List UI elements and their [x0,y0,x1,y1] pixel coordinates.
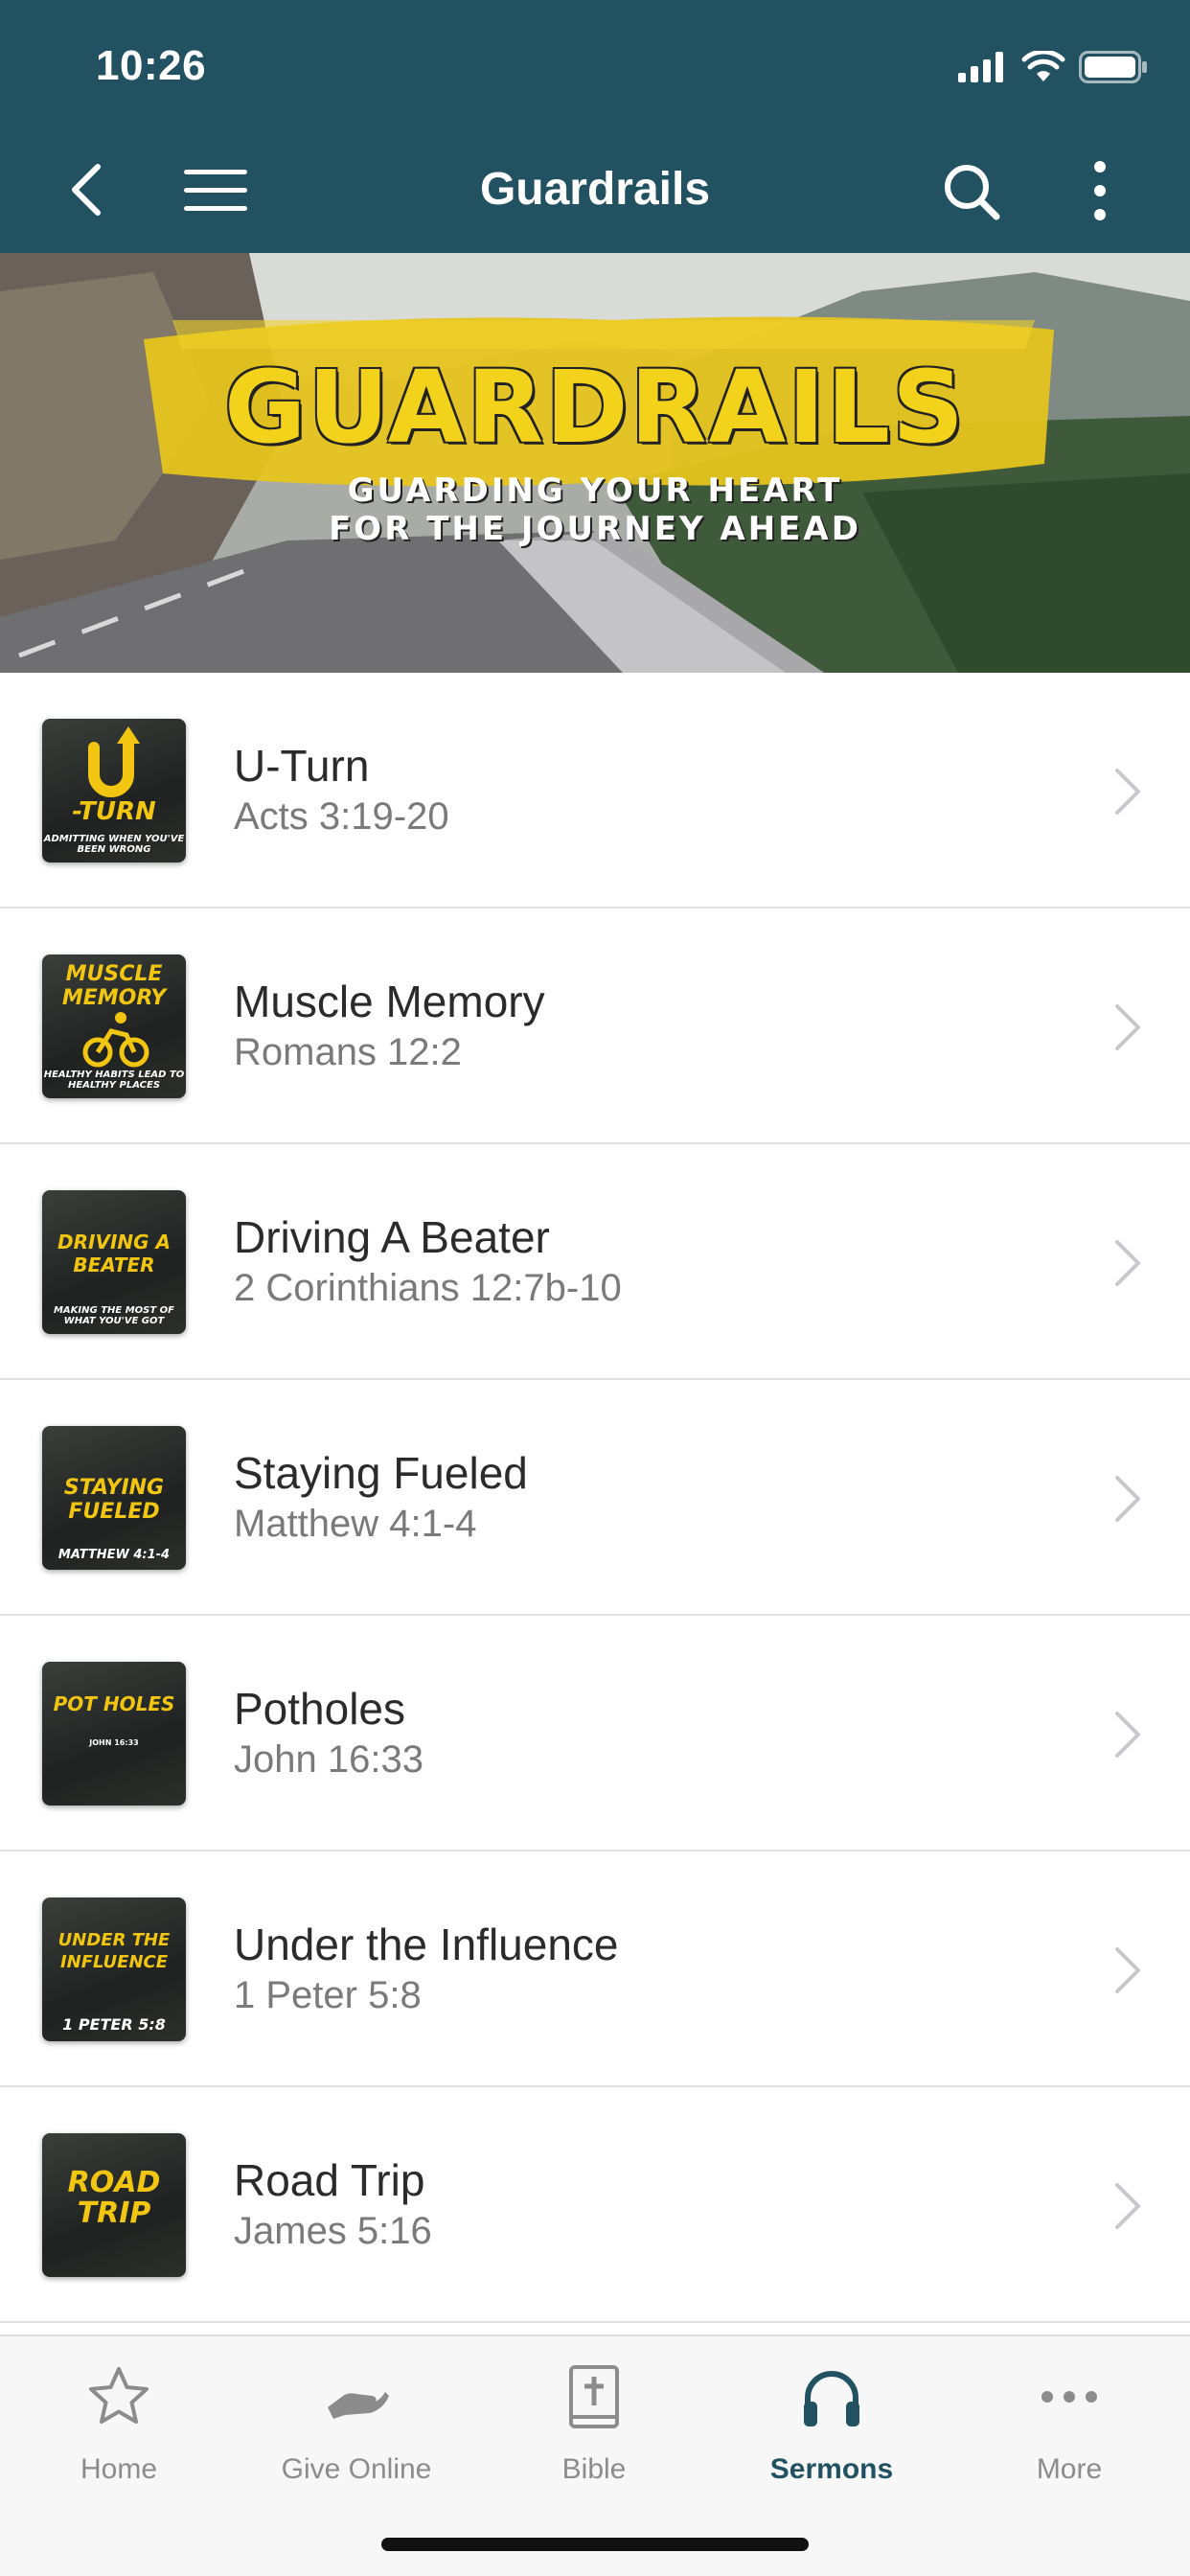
sermon-reference: Matthew 4:1-4 [234,1503,477,1545]
tab-label: Home [80,2453,158,2485]
sermon-reference: James 5:16 [234,2210,432,2252]
nav-bar: Guardrails [0,144,1190,236]
sermon-thumbnail: ROAD TRIP [42,2133,186,2277]
series-banner: GUARDRAILS GUARDING YOUR HEART FOR THE J… [0,253,1190,673]
sermon-title: U-Turn [234,741,370,791]
overflow-menu-icon[interactable] [1083,159,1117,222]
sermon-thumbnail: POT HOLES JOHN 16:33 [42,1662,186,1806]
chevron-right-icon [1115,2183,1140,2229]
tab-more[interactable]: More [950,2336,1188,2528]
sermon-title: Under the Influence [234,1920,619,1969]
thumbnail-caption: 1 PETER 5:8 [62,2015,166,2035]
chevron-right-icon [1115,1712,1140,1758]
sermon-thumbnail: MUSCLE MEMORY HEALTHY HABITS LEAD TO HEA… [42,954,186,1098]
top-bar: 10:26 Guardrails [0,0,1190,253]
bible-icon [569,2365,619,2428]
banner-subtitle-line2: FOR THE JOURNEY AHEAD [329,510,861,548]
star-icon [89,2367,149,2424]
sermon-title: Driving A Beater [234,1212,550,1262]
thumbnail-title: -TURN [72,797,156,826]
sermon-row-u-turn[interactable]: -TURN ADMITTING WHEN YOU'VE BEEN WRONG U… [0,673,1190,908]
thumbnail-caption: MAKING THE MOST OF WHAT YOU'VE GOT [53,1305,174,1326]
thumbnail-caption: HEALTHY HABITS LEAD TO HEALTHY PLACES [43,1070,185,1091]
thumbnail-title: ROAD TRIP [67,2166,161,2230]
sermon-row-potholes[interactable]: POT HOLES JOHN 16:33 Potholes John 16:33 [0,1616,1190,1852]
search-icon[interactable] [941,161,1002,222]
sermon-reference: Romans 12:2 [234,1031,462,1073]
sermon-reference: John 16:33 [234,1738,423,1781]
sermon-row-staying-fueled[interactable]: STAYING FUELED MATTHEW 4:1-4 Staying Fue… [0,1380,1190,1616]
wifi-icon [1021,51,1065,81]
thumbnail-title: DRIVING A BEATER [57,1230,171,1276]
tab-label: Give Online [281,2453,432,2485]
give-hand-icon [328,2392,389,2419]
tab-home[interactable]: Home [0,2336,238,2528]
sermon-thumbnail: DRIVING A BEATER MAKING THE MOST OF WHAT… [42,1190,186,1334]
chevron-right-icon [1115,1476,1140,1522]
banner-subtitle-line1: GUARDING YOUR HEART [347,472,843,510]
tab-label: Bible [561,2453,627,2485]
sermon-title: Muscle Memory [234,977,545,1026]
sermon-thumbnail: -TURN ADMITTING WHEN YOU'VE BEEN WRONG [42,719,186,862]
tab-give-online[interactable]: Give Online [238,2336,475,2528]
sermon-title: Road Trip [234,2155,425,2205]
thumbnail-title: STAYING FUELED [63,1476,165,1525]
sermon-list: -TURN ADMITTING WHEN YOU'VE BEEN WRONG U… [0,673,1190,2323]
sermon-row-muscle-memory[interactable]: MUSCLE MEMORY HEALTHY HABITS LEAD TO HEA… [0,908,1190,1144]
screen: 10:26 Guardrails GUARDRAILS GUARDING YOU… [0,0,1190,2576]
sermon-thumbnail: UNDER THE INFLUENCE 1 PETER 5:8 [42,1898,186,2041]
sermon-thumbnail: STAYING FUELED MATTHEW 4:1-4 [42,1426,186,1570]
banner-title: GUARDRAILS [224,349,966,466]
sermon-title: Staying Fueled [234,1448,528,1498]
chevron-right-icon [1115,769,1140,815]
tab-label: More [1036,2453,1103,2485]
sermon-reference: 1 Peter 5:8 [234,1974,422,2016]
thumbnail-title: UNDER THE INFLUENCE [57,1930,171,1972]
home-indicator[interactable] [381,2538,809,2551]
signal-icon [958,52,1003,82]
chevron-right-icon [1115,1004,1140,1050]
status-time: 10:26 [96,42,207,89]
more-dots-icon [1041,2391,1097,2403]
chevron-right-icon [1115,1947,1140,1993]
sermon-reference: Acts 3:19-20 [234,795,449,838]
tab-bible[interactable]: Bible [475,2336,713,2528]
sermon-row-under-the-influence[interactable]: UNDER THE INFLUENCE 1 PETER 5:8 Under th… [0,1852,1190,2087]
status-icons [958,48,1148,86]
thumbnail-title: POT HOLES [53,1692,175,1715]
thumbnail-caption: JOHN 16:33 [89,1738,139,1748]
sermon-title: Potholes [234,1684,406,1734]
sermon-row-road-trip[interactable]: ROAD TRIP Road Trip James 5:16 [0,2087,1190,2323]
sermon-reference: 2 Corinthians 12:7b-10 [234,1267,622,1309]
headphones-icon [804,2371,859,2426]
sermon-row-driving-a-beater[interactable]: DRIVING A BEATER MAKING THE MOST OF WHAT… [0,1144,1190,1380]
tab-sermons[interactable]: Sermons [713,2336,950,2528]
page-title: Guardrails [479,164,711,215]
chevron-right-icon [1115,1240,1140,1286]
battery-icon [1079,51,1147,83]
thumbnail-caption: ADMITTING WHEN YOU'VE BEEN WRONG [43,834,185,855]
tab-label: Sermons [769,2453,894,2485]
thumbnail-caption: MATTHEW 4:1-4 [57,1547,171,1562]
